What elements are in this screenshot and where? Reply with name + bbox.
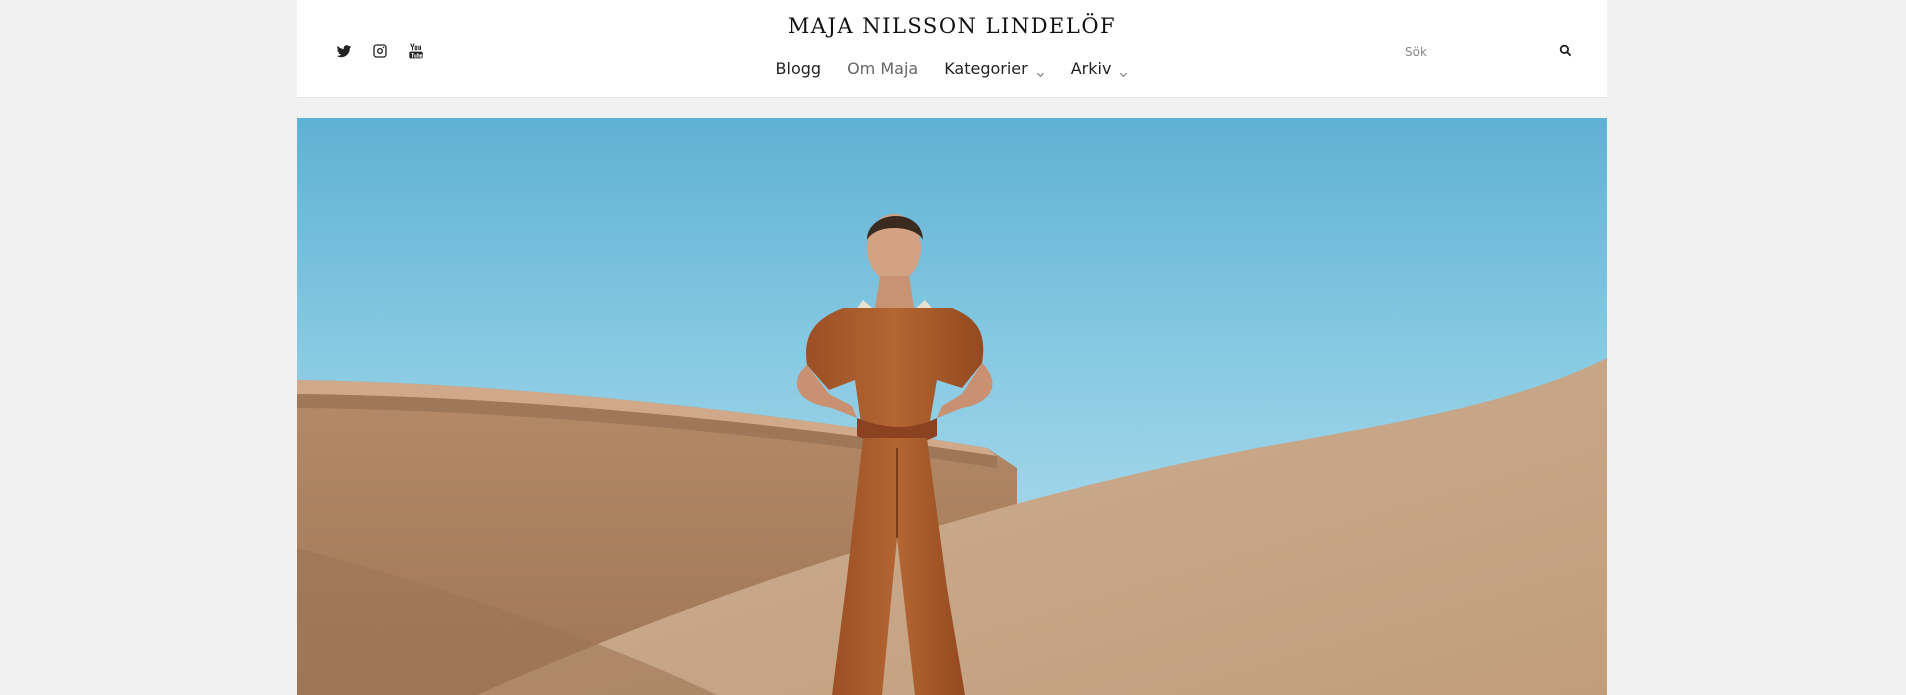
youtube-icon[interactable] [407,42,425,60]
chevron-down-icon [1036,64,1045,78]
chevron-down-icon [1119,64,1128,78]
hero-image[interactable] [297,118,1607,695]
nav-item-label: Om Maja [847,59,919,78]
social-links [335,42,425,60]
search-form [1403,40,1573,64]
nav-item-blogg[interactable]: Blogg [776,59,822,78]
instagram-icon[interactable] [371,42,389,60]
nav-item-label: Blogg [775,59,822,78]
nav-item-arkiv[interactable]: Arkiv [1071,59,1129,78]
search-input[interactable] [1403,45,1543,59]
site-title[interactable]: MAJA NILSSON LINDELÖF [297,14,1607,38]
nav-item-kategorier[interactable]: Kategorier [944,59,1045,78]
twitter-icon[interactable] [335,42,353,60]
hero-photo-illustration [297,214,1607,695]
nav-item-om-maja[interactable]: Om Maja [847,59,918,78]
nav-item-label: Arkiv [1070,59,1112,78]
nav-item-label: Kategorier [944,59,1028,78]
search-icon[interactable] [1559,44,1573,58]
site-header: MAJA NILSSON LINDELÖF Blogg Om Maja Kate… [297,0,1607,98]
